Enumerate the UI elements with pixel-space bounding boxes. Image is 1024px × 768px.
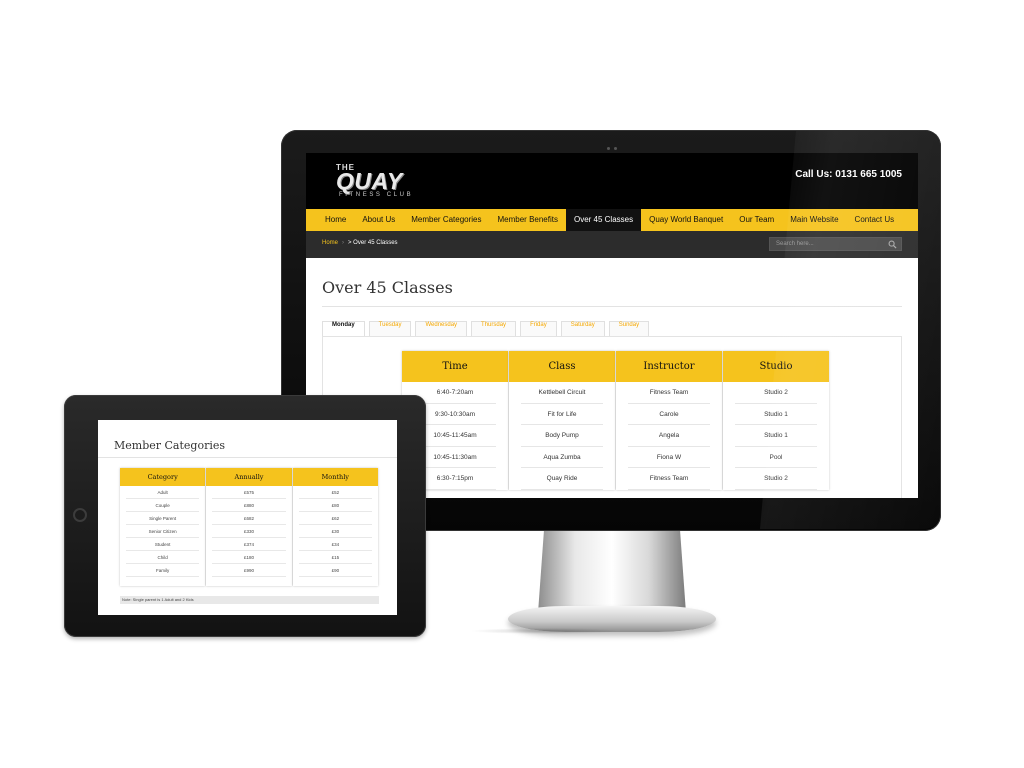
tab-sunday[interactable]: Sunday <box>608 321 650 337</box>
device-mockup: THE QUAY FITNESS CLUB Call Us: 0131 665 … <box>0 0 1024 768</box>
table-cell: Pool <box>735 447 817 468</box>
table-cell: 6:40-7:20am <box>414 382 496 404</box>
home-button-icon <box>73 508 87 522</box>
nav-home[interactable]: Home <box>317 209 354 231</box>
nav-member-categories[interactable]: Member Categories <box>403 209 489 231</box>
table-column: Studio Studio 2 Studio 1 Studio 1 Pool Studio… <box>723 351 829 490</box>
table-cell: Studio 2 <box>735 468 817 490</box>
table-column: Category Adult Couple Single Parent Senior C… <box>120 468 206 586</box>
table-cell: £80 <box>298 499 372 512</box>
logo-quay: QUAY <box>336 168 403 194</box>
table-cell: 10:45-11:30am <box>414 447 496 468</box>
table-cell: Aqua Zumba <box>521 447 603 468</box>
camera-icon <box>607 137 621 150</box>
table-cell: £52 <box>298 486 372 499</box>
nav-member-benefits[interactable]: Member Benefits <box>490 209 566 231</box>
table-header: Studio <box>723 351 829 382</box>
tablet-title-divider <box>98 457 397 458</box>
nav-over-45-classes[interactable]: Over 45 Classes <box>565 209 642 231</box>
table-cell: Child <box>126 551 200 564</box>
breadcrumb-current: > Over 45 Classes <box>348 240 398 246</box>
table-cell: £34 <box>298 538 372 551</box>
table-header: Annually <box>206 468 292 486</box>
tab-saturday[interactable]: Saturday <box>560 321 605 337</box>
table-header: Class <box>509 351 615 382</box>
table-cell: £575 <box>212 486 286 499</box>
stand-shadow <box>470 628 620 634</box>
quay-logo[interactable]: THE QUAY FITNESS CLUB <box>336 163 426 199</box>
logo-fitness-club: FITNESS CLUB <box>339 192 414 198</box>
table-cell: Couple <box>126 499 200 512</box>
table-cell: Family <box>126 564 200 577</box>
table-cell: Adult <box>126 486 200 499</box>
table-cell: Fiona W <box>628 447 710 468</box>
tab-friday[interactable]: Friday <box>520 321 557 337</box>
table-cell: Carole <box>628 404 710 425</box>
member-categories-table: Category Adult Couple Single Parent Senior C… <box>120 468 379 586</box>
search-icon[interactable] <box>888 240 897 249</box>
table-cell: Fitness Team <box>628 382 710 404</box>
table-header: Instructor <box>616 351 722 382</box>
table-cell: £30 <box>298 525 372 538</box>
table-column: Annually £575 £880 £682 £330 £374 £180 £990 <box>206 468 292 586</box>
breadcrumb-home-link[interactable]: Home <box>322 240 338 246</box>
site-header: THE QUAY FITNESS CLUB Call Us: 0131 665 … <box>306 153 918 209</box>
table-cell: £682 <box>212 512 286 525</box>
tab-wednesday[interactable]: Wednesday <box>415 321 468 337</box>
table-cell: Angela <box>628 425 710 447</box>
nav-about-us[interactable]: About Us <box>354 209 403 231</box>
tablet-page-title: Member Categories <box>114 439 226 452</box>
tablet-screen: Member Categories Category Adult Couple Sin… <box>98 420 397 615</box>
day-tabs: Monday Tuesday Wednesday Thursday Friday Satu… <box>322 321 653 337</box>
nav-contact-us[interactable]: Contact Us <box>847 209 903 231</box>
nav-our-team[interactable]: Our Team <box>731 209 782 231</box>
call-us-phone: Call Us: 0131 665 1005 <box>795 169 902 180</box>
nav-main-website[interactable]: Main Website <box>782 209 846 231</box>
breadcrumb-separator: › <box>342 240 345 246</box>
table-cell: Kettlebell Circuit <box>521 382 603 404</box>
table-cell: £62 <box>298 512 372 525</box>
table-cell: £330 <box>212 525 286 538</box>
table-cell: Body Pump <box>521 425 603 447</box>
class-schedule-table: Time 6:40-7:20am 9:30-10:30am 10:45-11:45am… <box>402 351 830 490</box>
page-title: Over 45 Classes <box>322 278 453 297</box>
table-cell: Student <box>126 538 200 551</box>
table-cell: 9:30-10:30am <box>414 404 496 425</box>
table-cell: Studio 1 <box>735 425 817 447</box>
table-cell: £374 <box>212 538 286 551</box>
tab-monday[interactable]: Monday <box>322 321 365 337</box>
table-cell: Senior Citizen <box>126 525 200 538</box>
table-header: Monthly <box>292 468 378 486</box>
table-column: Instructor Fitness Team Carole Angela Fiona … <box>616 351 722 490</box>
table-cell: £15 <box>298 551 372 564</box>
breadcrumb: Home › > Over 45 Classes <box>322 240 398 246</box>
monitor-stand <box>538 531 686 613</box>
tab-thursday[interactable]: Thursday <box>471 321 517 337</box>
table-cell: 6:30-7:15pm <box>414 468 496 490</box>
table-cell: Quay Ride <box>521 468 603 490</box>
table-cell: £990 <box>212 564 286 577</box>
title-divider <box>322 306 902 307</box>
tab-tuesday[interactable]: Tuesday <box>368 321 412 337</box>
table-cell: £880 <box>212 499 286 512</box>
table-header: Time <box>402 351 508 382</box>
search-placeholder: Search here... <box>776 241 814 247</box>
table-cell: Studio 1 <box>735 404 817 425</box>
table-column: Class Kettlebell Circuit Fit for Life Body … <box>509 351 615 490</box>
table-cell: Studio 2 <box>735 382 817 404</box>
table-note: Note: Single parent is 1 Adult and 2 Kid… <box>120 596 379 604</box>
table-cell: Fitness Team <box>628 468 710 490</box>
table-header: Category <box>120 468 206 486</box>
table-cell: Fit for Life <box>521 404 603 425</box>
search-input[interactable]: Search here... <box>769 237 902 251</box>
table-cell: £180 <box>212 551 286 564</box>
nav-quay-world-banquet[interactable]: Quay World Banquet <box>641 209 731 231</box>
table-cell: Single Parent <box>126 512 200 525</box>
table-cell: £90 <box>298 564 372 577</box>
table-cell: 10:45-11:45am <box>414 425 496 447</box>
table-column: Monthly £52 £80 £62 £30 £34 £15 £90 <box>292 468 378 586</box>
main-nav: Home About Us Member Categories Member Bene… <box>306 209 918 231</box>
